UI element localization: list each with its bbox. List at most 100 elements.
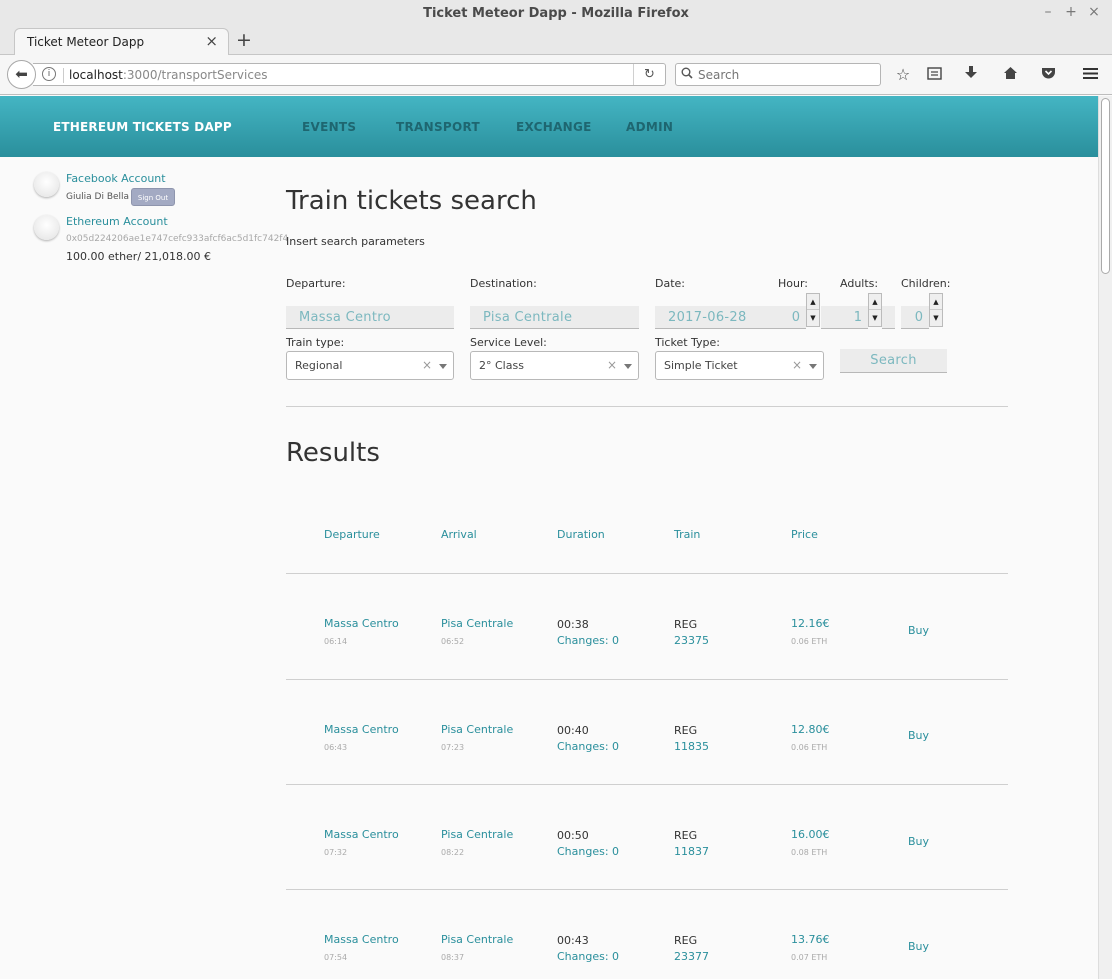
row-train-number[interactable]: 11835	[674, 740, 709, 753]
chevron-down-icon[interactable]	[439, 364, 447, 369]
row-changes[interactable]: Changes: 0	[557, 634, 619, 647]
url-text[interactable]: localhost:3000/transportServices	[69, 68, 268, 82]
home-icon[interactable]	[999, 65, 1021, 84]
nav-exchange[interactable]: EXCHANGE	[516, 120, 592, 134]
train-type-value: Regional	[295, 359, 343, 372]
hour-input[interactable]: 0	[778, 306, 806, 329]
hour-down-icon[interactable]: ▼	[807, 310, 819, 326]
date-label: Date:	[655, 277, 685, 290]
page-scrollbar[interactable]	[1098, 96, 1112, 979]
row-changes[interactable]: Changes: 0	[557, 950, 619, 963]
row-duration: 00:50	[557, 829, 589, 842]
row-divider	[286, 784, 1008, 785]
ticket-type-select[interactable]: Simple Ticket ×	[655, 351, 824, 380]
maximize-icon[interactable]: +	[1061, 4, 1081, 20]
browser-tab[interactable]: Ticket Meteor Dapp ×	[14, 28, 229, 56]
chevron-down-icon[interactable]	[624, 364, 632, 369]
row-departure-station[interactable]: Massa Centro	[324, 933, 399, 946]
close-tab-icon[interactable]: ×	[205, 32, 218, 50]
departure-input[interactable]: Massa Centro	[286, 306, 454, 329]
row-departure-station[interactable]: Massa Centro	[324, 828, 399, 841]
back-button[interactable]: ⬅	[7, 60, 36, 89]
children-up-icon[interactable]: ▲	[930, 294, 942, 310]
children-label: Children:	[901, 277, 951, 290]
chevron-down-icon[interactable]	[809, 364, 817, 369]
service-level-value: 2° Class	[479, 359, 524, 372]
children-stepper[interactable]: ▲ ▼	[929, 293, 943, 327]
header-duration[interactable]: Duration	[557, 528, 605, 541]
clear-icon[interactable]: ×	[792, 352, 802, 379]
ticket-type-value: Simple Ticket	[664, 359, 738, 372]
row-arrival-station[interactable]: Pisa Centrale	[441, 723, 513, 736]
row-changes[interactable]: Changes: 0	[557, 740, 619, 753]
hour-label: Hour:	[778, 277, 809, 290]
pocket-icon[interactable]	[1037, 65, 1059, 84]
row-departure-station[interactable]: Massa Centro	[324, 617, 399, 630]
hour-stepper[interactable]: ▲ ▼	[806, 293, 820, 327]
row-arrival-station[interactable]: Pisa Centrale	[441, 828, 513, 841]
nav-admin[interactable]: ADMIN	[626, 120, 673, 134]
children-down-icon[interactable]: ▼	[930, 310, 942, 326]
row-arrival-station[interactable]: Pisa Centrale	[441, 617, 513, 630]
facebook-account-link[interactable]: Facebook Account	[66, 172, 166, 185]
header-price[interactable]: Price	[791, 528, 818, 541]
nav-transport[interactable]: TRANSPORT	[396, 120, 480, 134]
service-level-label: Service Level:	[470, 336, 547, 349]
close-window-icon[interactable]: ×	[1084, 4, 1104, 20]
scrollbar-thumb[interactable]	[1101, 98, 1110, 274]
service-level-select[interactable]: 2° Class ×	[470, 351, 639, 380]
adults-down-icon[interactable]: ▼	[869, 310, 881, 326]
row-train-number[interactable]: 23375	[674, 634, 709, 647]
clear-icon[interactable]: ×	[422, 352, 432, 379]
reload-icon[interactable]: ↻	[633, 64, 665, 85]
section-divider	[286, 406, 1008, 407]
buy-button[interactable]: Buy	[908, 940, 929, 953]
site-info-icon[interactable]: i	[42, 67, 56, 81]
buy-button[interactable]: Buy	[908, 624, 929, 637]
row-arrival-time: 06:52	[441, 637, 465, 646]
destination-input[interactable]: Pisa Centrale	[470, 306, 639, 329]
adults-up-icon[interactable]: ▲	[869, 294, 881, 310]
adults-input[interactable]: 1	[821, 306, 868, 329]
brand-title[interactable]: ETHEREUM TICKETS DAPP	[53, 120, 232, 134]
new-tab-icon[interactable]: +	[236, 29, 252, 51]
reading-list-icon[interactable]	[923, 65, 945, 84]
minimize-icon[interactable]: –	[1038, 4, 1058, 20]
children-input[interactable]: 0	[901, 306, 929, 329]
downloads-icon[interactable]	[960, 65, 982, 84]
row-train-type: REG	[674, 618, 698, 631]
row-changes[interactable]: Changes: 0	[557, 845, 619, 858]
window-title: Ticket Meteor Dapp - Mozilla Firefox	[423, 6, 689, 21]
nav-events[interactable]: EVENTS	[302, 120, 356, 134]
table-divider	[286, 573, 1008, 574]
search-icon	[681, 67, 693, 82]
browser-search-box[interactable]	[675, 63, 881, 86]
window-titlebar: Ticket Meteor Dapp - Mozilla Firefox – +…	[0, 0, 1112, 28]
row-train-number[interactable]: 23377	[674, 950, 709, 963]
row-departure-station[interactable]: Massa Centro	[324, 723, 399, 736]
ethereum-address: 0x05d224206ae1e747cefc933afcf6ac5d1fc742…	[66, 234, 289, 244]
header-departure[interactable]: Departure	[324, 528, 380, 541]
header-train[interactable]: Train	[674, 528, 700, 541]
buy-button[interactable]: Buy	[908, 835, 929, 848]
train-type-select[interactable]: Regional ×	[286, 351, 454, 380]
search-button[interactable]: Search	[840, 349, 947, 373]
facebook-avatar	[34, 172, 59, 197]
row-duration: 00:43	[557, 934, 589, 947]
buy-button[interactable]: Buy	[908, 729, 929, 742]
header-arrival[interactable]: Arrival	[441, 528, 477, 541]
browser-search-input[interactable]	[698, 66, 876, 83]
row-arrival-time: 08:22	[441, 848, 465, 857]
row-arrival-station[interactable]: Pisa Centrale	[441, 933, 513, 946]
row-price: 12.16€	[791, 617, 830, 630]
sign-out-button[interactable]: Sign Out	[131, 188, 175, 206]
hour-up-icon[interactable]: ▲	[807, 294, 819, 310]
row-duration: 00:38	[557, 618, 589, 631]
url-bar[interactable]: i localhost:3000/transportServices ↻	[33, 63, 666, 86]
menu-icon[interactable]	[1079, 65, 1101, 84]
clear-icon[interactable]: ×	[607, 352, 617, 379]
ethereum-account-link[interactable]: Ethereum Account	[66, 215, 168, 228]
bookmark-star-icon[interactable]: ☆	[892, 65, 914, 84]
adults-stepper[interactable]: ▲ ▼	[868, 293, 882, 327]
row-train-number[interactable]: 11837	[674, 845, 709, 858]
